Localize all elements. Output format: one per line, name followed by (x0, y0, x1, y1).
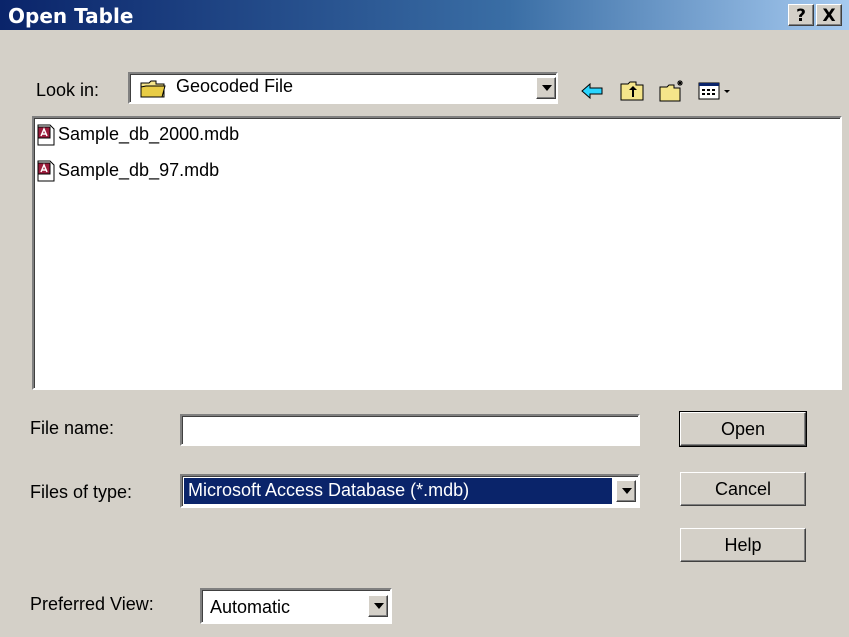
selected-type-highlight: Microsoft Access Database (*.mdb) (184, 478, 612, 504)
look-in-combobox[interactable]: Geocoded File (128, 72, 558, 104)
file-name-label: File name: (30, 418, 115, 438)
back-arrow-icon[interactable] (578, 78, 606, 104)
files-of-type-label: Files of type: (30, 482, 133, 502)
access-db-icon (37, 160, 55, 182)
look-in-label: Look in: (36, 80, 100, 100)
window-title: Open Table (8, 4, 134, 28)
view-menu-icon[interactable] (696, 78, 736, 104)
access-db-icon (37, 124, 55, 146)
preferred-view-select[interactable]: Automatic (200, 588, 392, 624)
new-folder-icon[interactable] (658, 78, 686, 104)
files-of-type-value: Microsoft Access Database (*.mdb) (188, 480, 470, 500)
files-of-type-dropdown-button[interactable] (616, 480, 636, 502)
title-bar: Open Table ? X (0, 0, 849, 30)
preferred-view-dropdown-button[interactable] (368, 595, 388, 617)
close-button[interactable]: X (816, 4, 842, 26)
cancel-button[interactable]: Cancel (680, 472, 806, 506)
file-name: Sample_db_97.mdb (58, 160, 220, 180)
file-list[interactable]: Sample_db_2000.mdb Sample_db_97.mdb (32, 116, 842, 390)
file-name: Sample_db_2000.mdb (58, 124, 240, 144)
folder-icon (140, 80, 166, 98)
files-of-type-select[interactable]: Microsoft Access Database (*.mdb) (180, 474, 640, 508)
look-in-value: Geocoded File (176, 76, 294, 96)
preferred-view-value: Automatic (210, 597, 291, 617)
open-button[interactable]: Open (679, 411, 807, 447)
help-dialog-button[interactable]: Help (680, 528, 806, 562)
list-item[interactable]: Sample_db_2000.mdb (36, 124, 239, 148)
up-folder-icon[interactable] (618, 78, 646, 104)
preferred-view-label: Preferred View: (30, 594, 154, 614)
look-in-dropdown-button[interactable] (536, 77, 556, 99)
help-button[interactable]: ? (788, 4, 814, 26)
list-item[interactable]: Sample_db_97.mdb (36, 160, 219, 184)
file-name-input[interactable] (180, 414, 640, 446)
